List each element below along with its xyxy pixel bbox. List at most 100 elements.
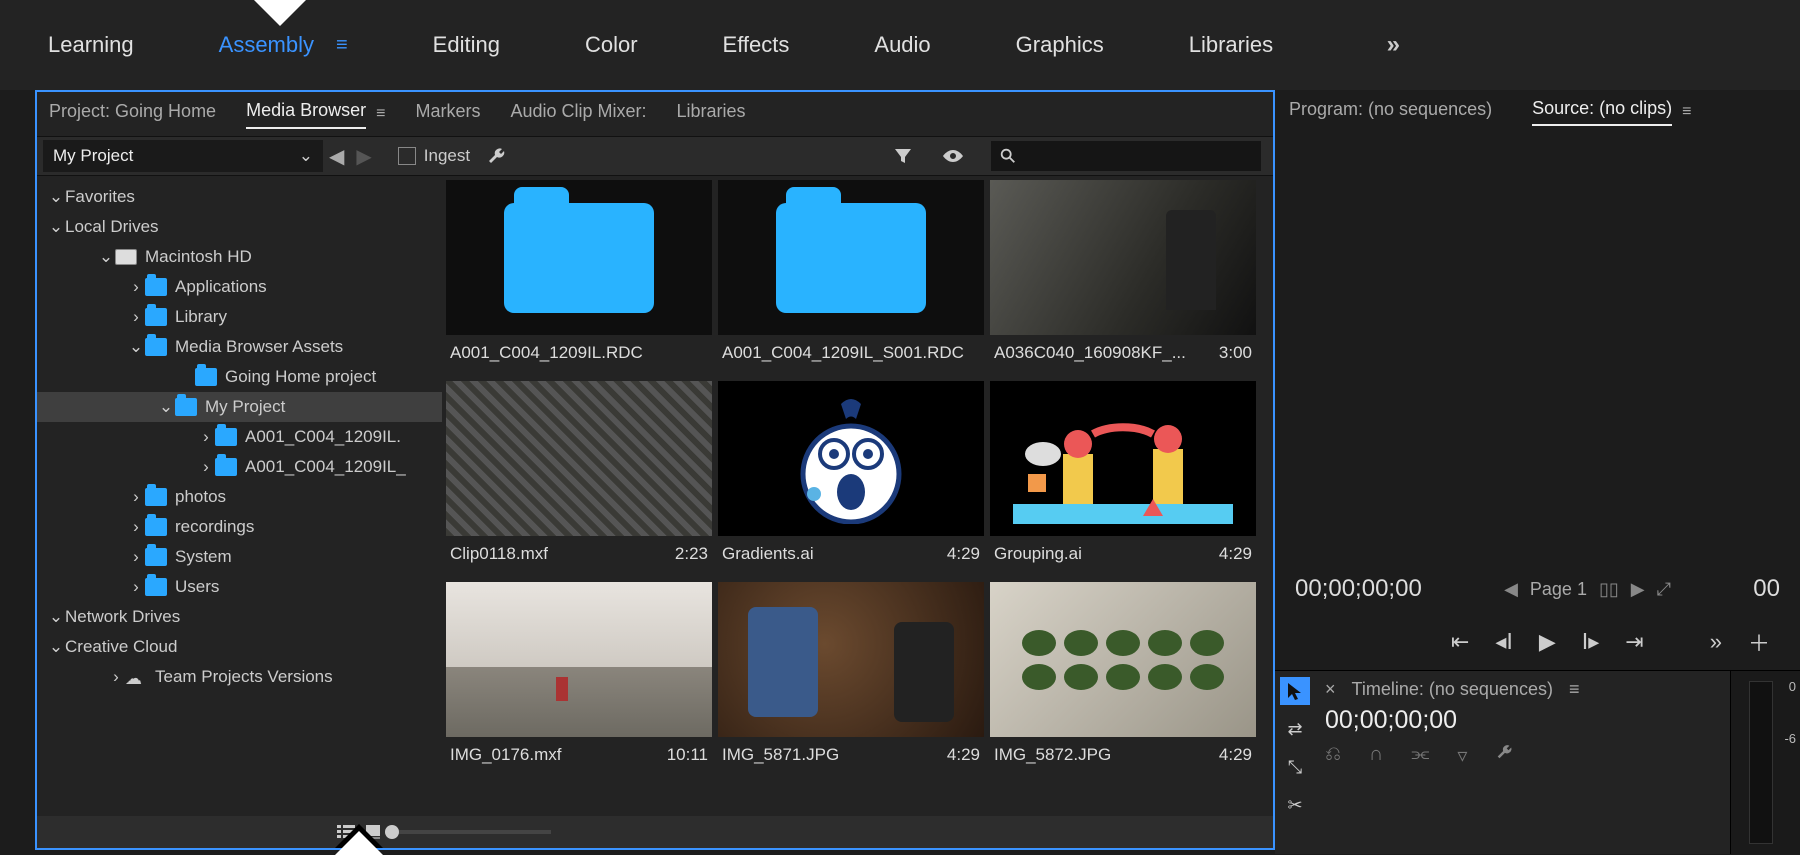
search-input[interactable]	[991, 141, 1261, 171]
play-icon[interactable]: ▶	[1539, 629, 1556, 655]
clip-item[interactable]: IMG_0176.mxf10:11	[446, 582, 712, 777]
snap-icon[interactable]: ∩	[1369, 743, 1383, 768]
folder-icon	[195, 368, 217, 386]
clip-item[interactable]: IMG_5871.JPG4:29	[718, 582, 984, 777]
clip-name: IMG_5872.JPG	[994, 745, 1111, 765]
preview-eye-icon[interactable]	[927, 146, 979, 166]
clip-duration: 4:29	[947, 544, 980, 564]
clip-item[interactable]: Clip0118.mxf2:23	[446, 381, 712, 576]
slider-knob[interactable]	[385, 825, 399, 839]
rate-stretch-tool-icon[interactable]: ⤡	[1280, 753, 1310, 781]
clip-name: IMG_0176.mxf	[450, 745, 562, 765]
panel-tab-libraries[interactable]: Libraries	[677, 101, 746, 128]
clip-item[interactable]: Gradients.ai4:29	[718, 381, 984, 576]
step-forward-icon[interactable]: Ⅰ▸	[1582, 629, 1600, 655]
folder-icon	[215, 428, 237, 446]
workspace-tab-learning[interactable]: Learning	[48, 32, 134, 58]
transport-overflow-icon[interactable]: »	[1710, 629, 1722, 655]
go-to-in-icon[interactable]: ⇤	[1451, 629, 1469, 655]
timeline-close-icon[interactable]: ×	[1325, 679, 1336, 700]
timeline-wrench-icon[interactable]	[1495, 743, 1513, 768]
go-to-out-icon[interactable]: ⇥	[1625, 629, 1643, 655]
selection-tool-icon[interactable]	[1280, 677, 1310, 705]
tree-my-project[interactable]: ⌄My Project	[37, 392, 442, 422]
tree-applications[interactable]: ›Applications	[37, 272, 442, 302]
tree-local-drives[interactable]: ⌄Local Drives	[37, 212, 442, 242]
tree-users[interactable]: ›Users	[37, 572, 442, 602]
tree-creative-cloud[interactable]: ⌄Creative Cloud	[37, 632, 442, 662]
directory-dropdown[interactable]: My Project ⌄	[43, 140, 323, 172]
tree-a001-a[interactable]: ›A001_C004_1209IL.	[37, 422, 442, 452]
timecode-right: 00	[1753, 575, 1780, 603]
step-back-icon[interactable]: ◂Ⅰ	[1495, 629, 1513, 655]
timecode-left[interactable]: 00;00;00;00	[1295, 575, 1422, 603]
panel-tab-project[interactable]: Project: Going Home	[49, 101, 216, 128]
program-tab[interactable]: Program: (no sequences)	[1289, 99, 1492, 125]
workspace-menu-icon[interactable]: ≡	[336, 34, 348, 57]
thumbnail-size-slider[interactable]	[391, 830, 551, 834]
tree-going-home[interactable]: Going Home project	[37, 362, 442, 392]
clip-duration: 4:29	[1219, 544, 1252, 564]
meter-track	[1749, 681, 1773, 844]
workspace-tab-color[interactable]: Color	[585, 32, 638, 58]
clip-item[interactable]: A036C040_160908KF_...3:00	[990, 180, 1256, 375]
workspace-overflow-icon[interactable]: »	[1387, 31, 1400, 59]
source-viewer[interactable]	[1275, 134, 1800, 564]
nav-back-icon[interactable]: ◀	[323, 144, 350, 169]
workspace-tab-effects[interactable]: Effects	[723, 32, 790, 58]
razor-tool-icon[interactable]: ✂	[1280, 791, 1310, 819]
clip-name: A001_C004_1209IL.RDC	[450, 343, 643, 363]
tree-network-drives[interactable]: ⌄Network Drives	[37, 602, 442, 632]
nav-forward-icon[interactable]: ▶	[350, 144, 377, 169]
clip-duration: 2:23	[675, 544, 708, 564]
tree-team-projects[interactable]: ›☁Team Projects Versions	[37, 662, 442, 692]
expand-icon[interactable]: ⤢	[1657, 579, 1671, 600]
folder-icon	[145, 518, 167, 536]
workspace-tab-libraries[interactable]: Libraries	[1189, 32, 1273, 58]
panel-tab-markers[interactable]: Markers	[415, 101, 480, 128]
workspace-tab-editing[interactable]: Editing	[433, 32, 500, 58]
transport-controls: ⇤ ◂Ⅰ ▶ Ⅰ▸ ⇥ » ＋	[1275, 614, 1800, 670]
tree-recordings[interactable]: ›recordings	[37, 512, 442, 542]
tree-a001-b[interactable]: ›A001_C004_1209IL_	[37, 452, 442, 482]
timeline-panel-menu-icon[interactable]: ≡	[1569, 679, 1580, 700]
clip-item[interactable]: A001_C004_1209IL.RDC	[446, 180, 712, 375]
folder-icon	[145, 488, 167, 506]
timeline-timecode[interactable]: 00;00;00;00	[1325, 706, 1720, 735]
ripple-tool-icon[interactable]: ⇄	[1280, 715, 1310, 743]
panel-menu-icon[interactable]: ≡	[376, 105, 385, 123]
clip-item[interactable]: Grouping.ai 4:29	[990, 381, 1256, 576]
filter-icon[interactable]	[879, 146, 927, 166]
add-button-icon[interactable]: ＋	[1748, 626, 1770, 658]
folder-thumb-icon	[776, 203, 926, 313]
panel-tab-media-browser[interactable]: Media Browser	[246, 100, 366, 129]
clip-name: Grouping.ai	[994, 544, 1082, 564]
linked-selection-icon[interactable]: ⫘	[1411, 743, 1429, 768]
folder-icon	[175, 398, 197, 416]
clip-duration: 4:29	[1219, 745, 1252, 765]
clip-item[interactable]: IMG_5872.JPG 4:29	[990, 582, 1256, 777]
tree-favorites[interactable]: ⌄Favorites	[37, 182, 442, 212]
workspace-tab-audio[interactable]: Audio	[874, 32, 930, 58]
clip-item[interactable]: A001_C004_1209IL_S001.RDC	[718, 180, 984, 375]
source-panel-menu-icon[interactable]: ≡	[1682, 103, 1691, 121]
tree-system[interactable]: ›System	[37, 542, 442, 572]
timeline-title: Timeline: (no sequences)	[1352, 679, 1553, 700]
insert-mode-icon[interactable]: ⎌	[1325, 743, 1341, 768]
workspace-tab-graphics[interactable]: Graphics	[1016, 32, 1104, 58]
source-tab[interactable]: Source: (no clips)	[1532, 98, 1672, 126]
tree-macintosh-hd[interactable]: ⌄Macintosh HD	[37, 242, 442, 272]
tree-library[interactable]: ›Library	[37, 302, 442, 332]
marker-icon[interactable]: ▿	[1457, 743, 1467, 768]
tree-media-browser-assets[interactable]: ⌄Media Browser Assets	[37, 332, 442, 362]
panel-tab-audio-mixer[interactable]: Audio Clip Mixer:	[510, 101, 646, 128]
settings-wrench-icon[interactable]	[486, 146, 506, 166]
ingest-checkbox[interactable]	[398, 147, 416, 165]
fit-icon[interactable]: ▯▯	[1599, 579, 1619, 600]
workspace-tab-assembly[interactable]: Assembly	[219, 32, 314, 58]
page-next-icon[interactable]: ▶	[1631, 579, 1645, 600]
clip-duration: 4:29	[947, 745, 980, 765]
panel-tab-bar: Project: Going Home Media Browser ≡ Mark…	[37, 92, 1273, 136]
tree-photos[interactable]: ›photos	[37, 482, 442, 512]
page-prev-icon[interactable]: ◀	[1504, 579, 1518, 600]
